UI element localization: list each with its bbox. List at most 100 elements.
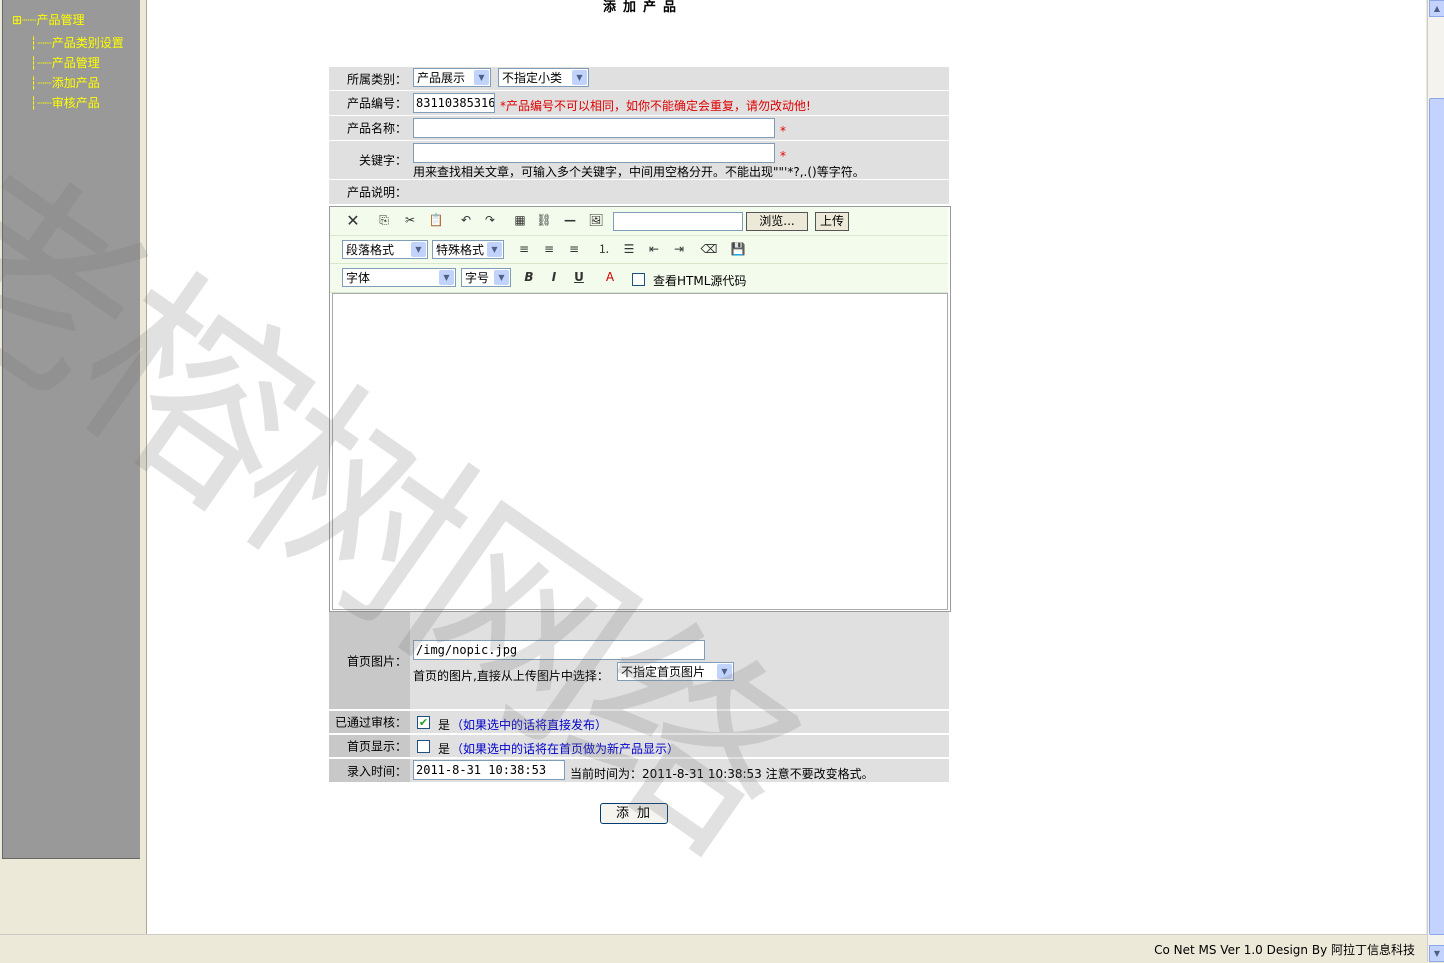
tree-expand-icon: ⊞┈┈ — [12, 13, 37, 27]
chevron-down-icon: ▼ — [494, 270, 509, 285]
editor-content-area[interactable] — [332, 293, 948, 610]
copy-icon[interactable]: ⎘ — [375, 212, 393, 229]
align-left-icon[interactable]: ≡ — [515, 241, 533, 258]
row-category: 所属类别： 产品展示 ▼ 不指定小类 ▼ — [329, 67, 949, 92]
sidebar-tree: ⊞┈┈产品管理 ┆┈┈产品类别设置 ┆┈┈产品管理 ┆┈┈添加产品 ┆┈┈审核产… — [2, 0, 140, 859]
outdent-icon[interactable]: ⇤ — [645, 241, 663, 258]
html-source-checkbox[interactable] — [632, 273, 645, 286]
sidebar-item-label: 产品类别设置 — [51, 36, 124, 50]
browse-button[interactable]: 浏览... — [746, 212, 808, 231]
upload-file-input[interactable] — [613, 212, 743, 231]
keyword-hint: 用来查找相关文章，可输入多个关键字，中间用空格分开。不能出现""'*?,.()等… — [413, 165, 865, 179]
image-hint: 首页的图片,直接从上传图片中选择： — [413, 669, 609, 683]
scroll-up-icon[interactable]: ▲ — [1429, 0, 1444, 17]
sidebar: ⊞┈┈产品管理 ┆┈┈产品类别设置 ┆┈┈产品管理 ┆┈┈添加产品 ┆┈┈审核产… — [0, 0, 147, 934]
required-mark: * — [780, 149, 786, 163]
home-label: 首页显示： — [329, 735, 410, 757]
tree-line-icon: ┆┈┈ — [30, 56, 52, 70]
subcategory-select[interactable]: 不指定小类 ▼ — [498, 68, 589, 87]
chevron-down-icon: ▼ — [411, 242, 426, 257]
scroll-thumb[interactable] — [1429, 98, 1444, 935]
underline-icon[interactable]: U — [570, 269, 588, 286]
time-label: 录入时间： — [329, 759, 410, 782]
tree-line-icon: ┆┈┈ — [30, 76, 52, 90]
delete-icon[interactable]: ✕ — [344, 212, 362, 229]
image-select[interactable]: 不指定首页图片 ▼ — [617, 662, 734, 681]
chevron-down-icon: ▼ — [572, 70, 587, 85]
approved-text: 是 — [438, 718, 451, 732]
sidebar-item-review-product[interactable]: ┆┈┈审核产品 — [30, 94, 100, 111]
redo-icon[interactable]: ↷ — [481, 212, 499, 229]
name-input[interactable] — [413, 118, 775, 138]
editor-toolbar-3: 字体 ▼ 字号 ▼ B I U A 查看HTML源代码 — [330, 264, 948, 293]
clean-icon[interactable]: ⌫ — [700, 241, 718, 258]
align-right-icon[interactable]: ≡ — [565, 241, 583, 258]
keyword-input[interactable] — [413, 143, 775, 163]
description-label: 产品说明： — [346, 185, 407, 200]
upload-button[interactable]: 上传 — [815, 212, 849, 231]
row-name: 产品名称： * — [329, 116, 949, 142]
time-input[interactable]: 2011-8-31 10:38:53 — [413, 760, 565, 780]
align-center-icon[interactable]: ≡ — [540, 241, 558, 258]
color-icon[interactable]: A — [601, 269, 619, 286]
paragraph-format-select[interactable]: 段落格式 ▼ — [342, 240, 428, 259]
sidebar-item-label: 产品管理 — [36, 13, 85, 27]
row-approved: 已通过审核： ✔ 是 （如果选中的话将直接发布） — [329, 711, 949, 735]
indent-icon[interactable]: ⇥ — [670, 241, 688, 258]
chevron-down-icon: ▼ — [487, 242, 502, 257]
sidebar-item-add-product[interactable]: ┆┈┈添加产品 — [30, 74, 100, 91]
footer: Co Net MS Ver 1.0 Design By 阿拉丁信息科技 — [0, 934, 1427, 963]
code-label: 产品编号： — [346, 96, 407, 111]
add-button[interactable]: 添加 — [600, 803, 668, 824]
sidebar-item-product-root[interactable]: ⊞┈┈产品管理 — [12, 11, 85, 28]
chevron-down-icon: ▼ — [439, 270, 454, 285]
page-title: 添加产品 — [603, 0, 684, 15]
save-icon[interactable]: 💾 — [729, 241, 747, 258]
unordered-list-icon[interactable]: ☰ — [620, 241, 638, 258]
sidebar-item-label: 添加产品 — [51, 76, 100, 90]
chevron-down-icon: ▼ — [717, 664, 732, 679]
category-select[interactable]: 产品展示 ▼ — [413, 68, 491, 87]
sidebar-item-label: 审核产品 — [51, 96, 100, 110]
editor-toolbar-1: ✕ ⎘ ✂ 📋 ↶ ↷ ▦ ⛓ — 🖼 浏览... 上传 — [330, 207, 948, 236]
sidebar-item-category-settings[interactable]: ┆┈┈产品类别设置 — [30, 34, 124, 51]
tree-line-icon: ┆┈┈ — [30, 96, 52, 110]
image-path-input[interactable]: /img/nopic.jpg — [413, 640, 705, 660]
special-format-select[interactable]: 特殊格式 ▼ — [432, 240, 504, 259]
paste-icon[interactable]: 📋 — [427, 212, 445, 229]
font-size-select[interactable]: 字号 ▼ — [461, 268, 511, 287]
cut-icon[interactable]: ✂ — [401, 212, 419, 229]
row-description: 产品说明： — [329, 180, 949, 206]
approved-checkbox[interactable]: ✔ — [417, 716, 430, 729]
image-icon[interactable]: 🖼 — [587, 212, 605, 229]
editor-toolbar-2: 段落格式 ▼ 特殊格式 ▼ ≡ ≡ ≡ ⒈ ☰ ⇤ ⇥ ⌫ 💾 — [330, 236, 948, 264]
row-code: 产品编号： 83110385316 *产品编号不可以相同，如你不能确定会重复，请… — [329, 91, 949, 117]
home-text: 是 — [438, 742, 451, 756]
keyword-label: 关键字： — [358, 153, 407, 168]
hr-icon[interactable]: — — [561, 212, 579, 229]
scrollbar[interactable]: ▲ ▼ — [1427, 0, 1444, 962]
html-source-label: 查看HTML源代码 — [653, 274, 747, 288]
undo-icon[interactable]: ↶ — [457, 212, 475, 229]
scroll-down-icon[interactable]: ▼ — [1429, 945, 1444, 962]
italic-icon[interactable]: I — [545, 269, 563, 286]
time-hint: 当前时间为：2011-8-31 10:38:53 注意不要改变格式。 — [570, 767, 874, 781]
font-select[interactable]: 字体 ▼ — [342, 268, 456, 287]
row-home-display: 首页显示： 是 （如果选中的话将在首页做为新产品显示） — [329, 735, 949, 759]
approved-label: 已通过审核： — [329, 711, 410, 733]
table-icon[interactable]: ▦ — [511, 212, 529, 229]
footer-text: Co Net MS Ver 1.0 Design By 阿拉丁信息科技 — [1154, 943, 1415, 957]
name-label: 产品名称： — [346, 121, 407, 136]
link-icon[interactable]: ⛓ — [535, 212, 553, 229]
rich-text-editor: ✕ ⎘ ✂ 📋 ↶ ↷ ▦ ⛓ — 🖼 浏览... 上传 段落格式 ▼ 特殊格式 ▼… — [329, 206, 951, 612]
home-display-checkbox[interactable] — [417, 740, 430, 753]
tree-line-icon: ┆┈┈ — [30, 36, 52, 50]
ordered-list-icon[interactable]: ⒈ — [595, 241, 613, 258]
row-time: 录入时间： 2011-8-31 10:38:53 当前时间为：2011-8-31… — [329, 759, 949, 784]
required-mark: * — [780, 124, 786, 138]
code-input[interactable]: 83110385316 — [413, 93, 495, 113]
row-keywords: 关键字： * 用来查找相关文章，可输入多个关键字，中间用空格分开。不能出现""'… — [329, 141, 949, 181]
sidebar-item-product-manage[interactable]: ┆┈┈产品管理 — [30, 54, 100, 71]
chevron-down-icon: ▼ — [474, 70, 489, 85]
bold-icon[interactable]: B — [520, 269, 538, 286]
